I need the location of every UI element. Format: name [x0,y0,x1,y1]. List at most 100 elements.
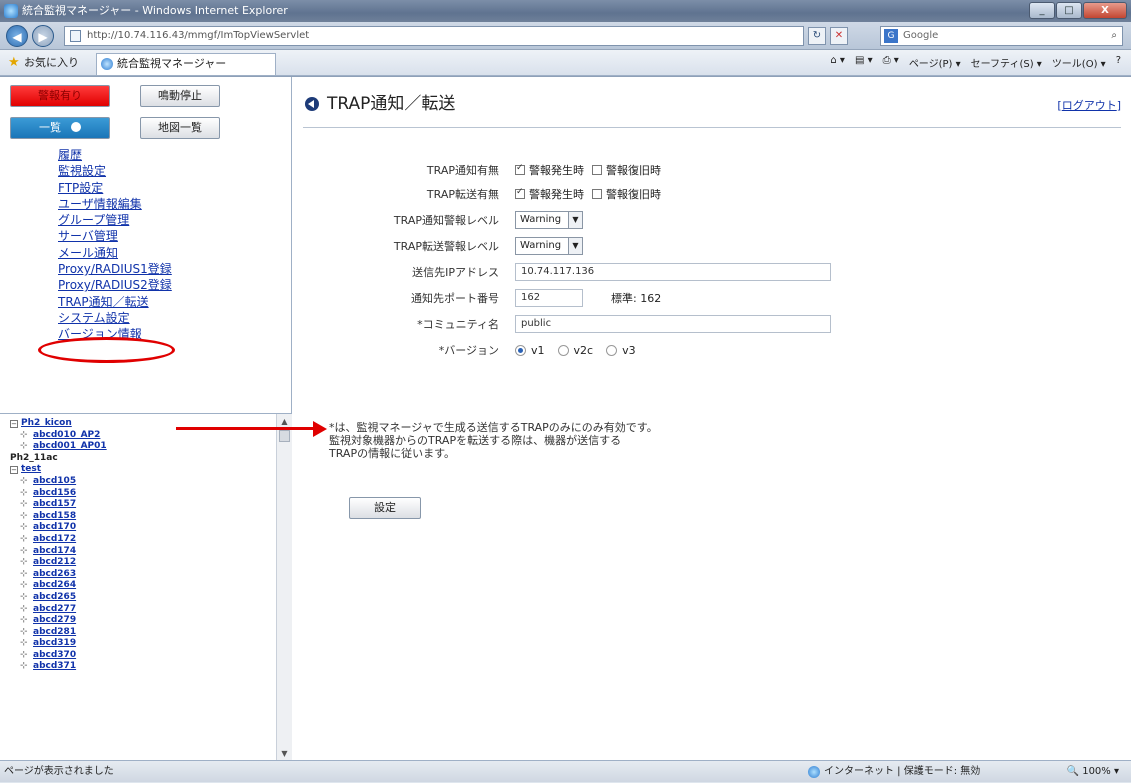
forward-button[interactable]: ▶ [32,25,54,47]
menu-system-settings[interactable]: システム設定 [58,310,258,326]
tree-item-label[interactable]: abcd156 [33,488,76,498]
map-list-button[interactable]: 地図一覧 [140,117,220,139]
note-line: TRAPの情報に従います。 [329,447,455,460]
page-menu[interactable]: ページ(P) ▾ [909,55,961,70]
tree-item-label[interactable]: abcd001_AP01 [33,441,107,451]
access-point-icon: ⊹ [20,649,28,660]
collapse-icon[interactable]: − [10,420,18,428]
menu-user-edit[interactable]: ユーザ情報編集 [58,196,258,212]
url-field[interactable]: http://10.74.116.43/mmgf/ImTopViewServle… [64,26,804,46]
menu-monitor-settings[interactable]: 監視設定 [58,163,258,179]
tree-item-label[interactable]: abcd174 [33,546,76,556]
search-icon[interactable]: ⌕ [1111,27,1117,45]
collapse-icon[interactable]: − [10,466,18,475]
ie-tab-icon [101,58,113,70]
menu-mail-notify[interactable]: メール通知 [58,245,258,261]
tree-ap-item: ⊹ abcd170 [0,522,275,534]
tree-ap-item: ⊹ abcd172 [0,534,275,546]
tree-item-label[interactable]: abcd170 [33,522,76,532]
scroll-thumb[interactable] [279,430,290,442]
annotation-arrow-head [313,421,327,437]
browser-tab[interactable]: 統合監視マネージャー [96,53,276,75]
version-v1-label: v1 [531,343,545,357]
tree-item-label[interactable]: abcd281 [33,627,76,637]
tree-item-label[interactable]: abcd277 [33,604,76,614]
tree-item-label[interactable]: abcd157 [33,499,76,509]
tools-menu[interactable]: ツール(O) ▾ [1052,55,1106,70]
scroll-down-icon[interactable]: ▼ [279,748,290,760]
main-content: TRAP通知／転送 [ログアウト] TRAP通知有無 警報発生時 警報復旧時 T… [293,77,1131,761]
menu-server-mgmt[interactable]: サーバ管理 [58,228,258,244]
tree-item-label[interactable]: abcd264 [33,580,76,590]
help-icon[interactable]: ? [1116,55,1121,70]
alarm-button[interactable]: 警報有り [10,85,110,107]
zoom-value: 100% [1082,766,1111,777]
forward-level-select[interactable]: Warning ▼ [515,237,583,255]
community-input[interactable]: public [515,315,831,333]
dest-ip-input[interactable]: 10.74.117.136 [515,263,831,281]
menu-ftp-settings[interactable]: FTP設定 [58,180,258,196]
status-text: ページが表示されました [4,766,114,777]
safety-menu[interactable]: セーフティ(S) ▾ [971,55,1042,70]
refresh-icon[interactable]: ↻ [808,27,826,45]
tree-item-label[interactable]: abcd371 [33,661,76,671]
access-point-icon: ⊹ [20,661,28,672]
version-v1-radio[interactable] [515,344,526,356]
forward-enable-label: TRAP転送有無 [426,188,499,201]
print-icon[interactable]: ⎙ ▾ [883,55,899,70]
stop-alarm-button[interactable]: 鳴動停止 [140,85,220,107]
menu-trap[interactable]: TRAP通知／転送 [58,294,258,310]
access-point-icon: ⊹ [20,638,28,649]
notify-on-recovery-checkbox[interactable] [592,165,602,175]
back-button[interactable]: ◀ [6,25,28,47]
tree-item-label[interactable]: abcd010_AP2 [33,430,100,440]
tab-title: 統合監視マネージャー [117,57,227,70]
chevron-down-icon[interactable]: ▼ [568,212,582,228]
zone-text: インターネット | 保護モード: 無効 [824,766,981,777]
tree-item-label[interactable]: abcd265 [33,592,76,602]
tree-item-label[interactable]: abcd212 [33,557,76,567]
zoom-control[interactable]: 🔍 100% ▾ [1067,761,1119,783]
favorites-button[interactable]: ★ お気に入り [8,54,79,72]
submit-button[interactable]: 設定 [349,497,421,519]
tree-item-label[interactable]: abcd172 [33,534,76,544]
tree-item-label[interactable]: abcd158 [33,511,76,521]
tree-item-label[interactable]: abcd370 [33,650,76,660]
menu-history[interactable]: 履歴 [58,147,258,163]
tree-item-label[interactable]: abcd263 [33,569,76,579]
tree-item-label[interactable]: abcd105 [33,476,76,486]
tree-scrollbar[interactable]: ▲ ▼ [276,414,292,761]
forward-on-alarm-checkbox[interactable] [515,187,525,199]
list-button[interactable]: 一覧 [10,117,110,139]
tree-item-label[interactable]: Ph2_kicon [21,418,72,428]
menu-radius2[interactable]: Proxy/RADIUS2登録 [58,277,258,293]
home-icon[interactable]: ⌂ ▾ [830,55,845,70]
notify-on-alarm-checkbox[interactable] [515,163,525,175]
tree-item-label[interactable]: test [21,464,41,474]
version-v2c-radio[interactable] [557,344,569,356]
search-input[interactable]: G Google ⌕ [880,26,1123,46]
feeds-icon[interactable]: ▤ ▾ [855,55,873,70]
favorites-bar: ★ お気に入り 統合監視マネージャー ⌂ ▾ ▤ ▾ ⎙ ▾ ページ(P) ▾ … [0,50,1131,76]
close-button[interactable]: X [1083,2,1127,19]
tree-ap-item: ⊹ abcd319 [0,638,275,650]
tree-ap-item: ⊹ abcd281 [0,627,275,639]
community-label: *コミュニティ名 [417,318,499,331]
tree-item-label[interactable]: abcd279 [33,615,76,625]
menu-group-mgmt[interactable]: グループ管理 [58,212,258,228]
forward-on-alarm-label: 警報発生時 [529,188,584,201]
logout-link[interactable]: [ログアウト] [1057,97,1121,113]
dest-ip-label: 送信先IPアドレス [412,266,499,279]
notify-level-select[interactable]: Warning ▼ [515,211,583,229]
access-point-icon: ⊹ [20,522,28,533]
highlight-oval [38,337,175,363]
version-v3-radio[interactable] [606,344,618,356]
chevron-down-icon[interactable]: ▼ [568,238,582,254]
maximize-button[interactable]: □ [1056,2,1082,19]
stop-icon[interactable]: ✕ [830,27,848,45]
minimize-button[interactable]: _ [1029,2,1055,19]
tree-item-label[interactable]: abcd319 [33,638,76,648]
port-input[interactable]: 162 [515,289,583,307]
menu-radius1[interactable]: Proxy/RADIUS1登録 [58,261,258,277]
forward-on-recovery-checkbox[interactable] [592,189,602,199]
